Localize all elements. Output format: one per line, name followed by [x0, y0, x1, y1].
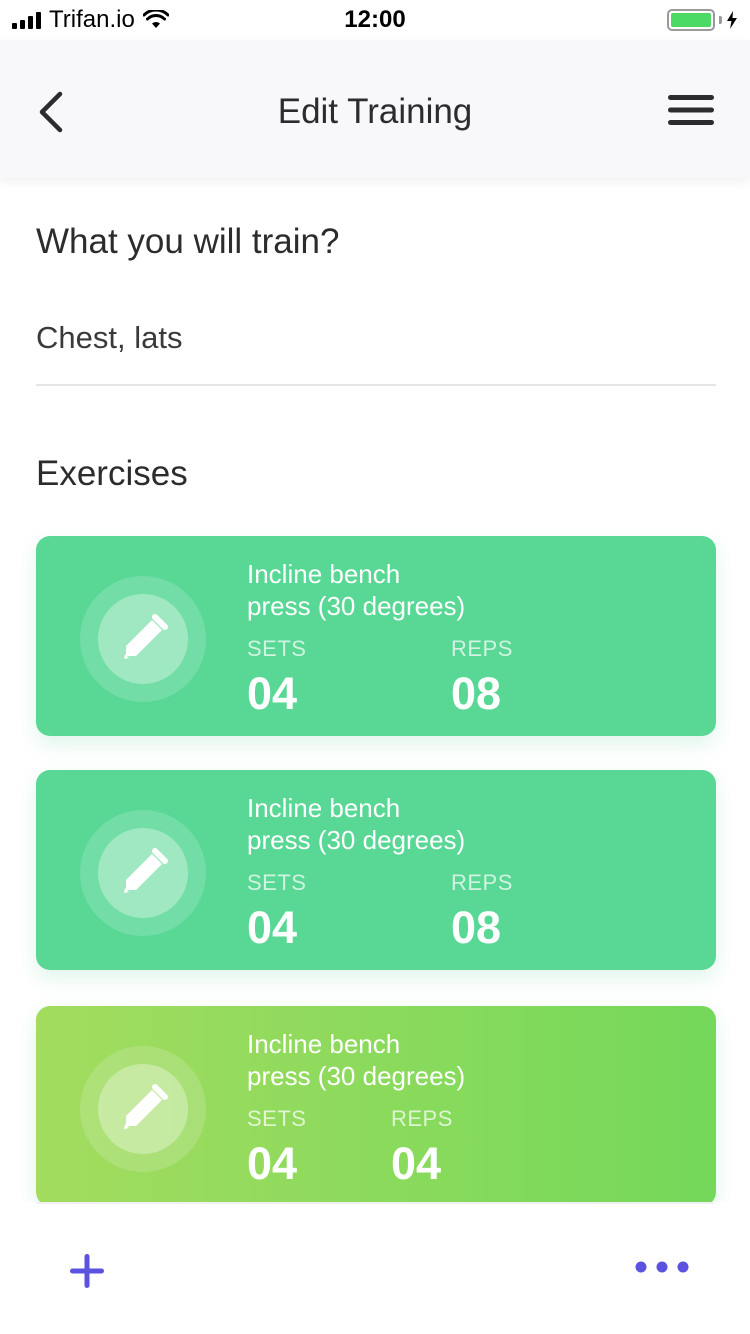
sets-value: 04	[247, 1138, 298, 1189]
carrier-name: Trifan.io	[49, 6, 135, 33]
exercise-name-line1: Incline bench	[247, 559, 401, 589]
exercise-name-line2: press (30 degrees)	[247, 1061, 466, 1091]
sets-label: SETS	[247, 870, 307, 895]
train-field[interactable]	[36, 316, 716, 386]
reps-stat: REPS 08	[451, 636, 513, 720]
exercise-name-line2: press (30 degrees)	[247, 825, 466, 855]
pencil-icon[interactable]	[118, 614, 168, 664]
status-left: Trifan.io	[12, 6, 169, 34]
plus-icon[interactable]	[68, 1252, 106, 1290]
charging-bolt-icon	[727, 11, 737, 29]
hamburger-menu-icon[interactable]	[668, 94, 714, 126]
sets-stat: SETS 04	[247, 636, 306, 720]
train-question-label: What you will train?	[36, 222, 340, 261]
battery-level	[671, 13, 711, 27]
bottom-toolbar	[0, 1202, 750, 1334]
edit-training-screen: Trifan.io 12:00 Edit Training What you w…	[0, 0, 750, 1334]
navigation-bar: Edit Training	[0, 40, 750, 178]
exercise-avatar	[80, 810, 206, 936]
reps-label: REPS	[451, 870, 513, 895]
sets-value: 04	[247, 668, 298, 719]
sets-label: SETS	[247, 1106, 307, 1131]
exercise-name-line1: Incline bench	[247, 1029, 401, 1059]
exercise-name: Incline bench press (30 degrees)	[247, 558, 547, 622]
pencil-icon[interactable]	[118, 1084, 168, 1134]
reps-label: REPS	[391, 1106, 453, 1131]
exercises-title: Exercises	[36, 454, 188, 493]
exercise-card[interactable]: Incline bench press (30 degrees) SETS 04…	[36, 770, 716, 970]
sets-label: SETS	[247, 636, 307, 661]
wifi-icon	[142, 10, 169, 28]
sets-stat: SETS 04	[247, 870, 306, 954]
sets-stat: SETS 04	[247, 1106, 306, 1190]
reps-value: 04	[391, 1138, 442, 1189]
status-bar: Trifan.io 12:00	[0, 0, 750, 40]
train-input[interactable]	[36, 316, 716, 360]
exercise-name-line1: Incline bench	[247, 793, 401, 823]
reps-stat: REPS 08	[451, 870, 513, 954]
exercise-name-line2: press (30 degrees)	[247, 591, 466, 621]
pencil-icon[interactable]	[118, 848, 168, 898]
exercise-card[interactable]: Incline bench press (30 degrees) SETS 04…	[36, 536, 716, 736]
toolbar-divider	[36, 1202, 714, 1204]
reps-value: 08	[451, 668, 502, 719]
reps-label: REPS	[451, 636, 513, 661]
reps-value: 08	[451, 902, 502, 953]
sets-value: 04	[247, 902, 298, 953]
reps-stat: REPS 04	[391, 1106, 453, 1190]
exercise-avatar	[80, 576, 206, 702]
more-dots-icon[interactable]	[634, 1260, 690, 1274]
exercise-card[interactable]: Incline bench press (30 degrees) SETS 04…	[36, 1006, 716, 1206]
battery-icon	[667, 9, 738, 31]
signal-icon	[12, 11, 41, 29]
exercise-name: Incline bench press (30 degrees)	[247, 1028, 547, 1092]
exercise-name: Incline bench press (30 degrees)	[247, 792, 547, 856]
exercise-avatar	[80, 1046, 206, 1172]
page-title: Edit Training	[277, 92, 473, 131]
